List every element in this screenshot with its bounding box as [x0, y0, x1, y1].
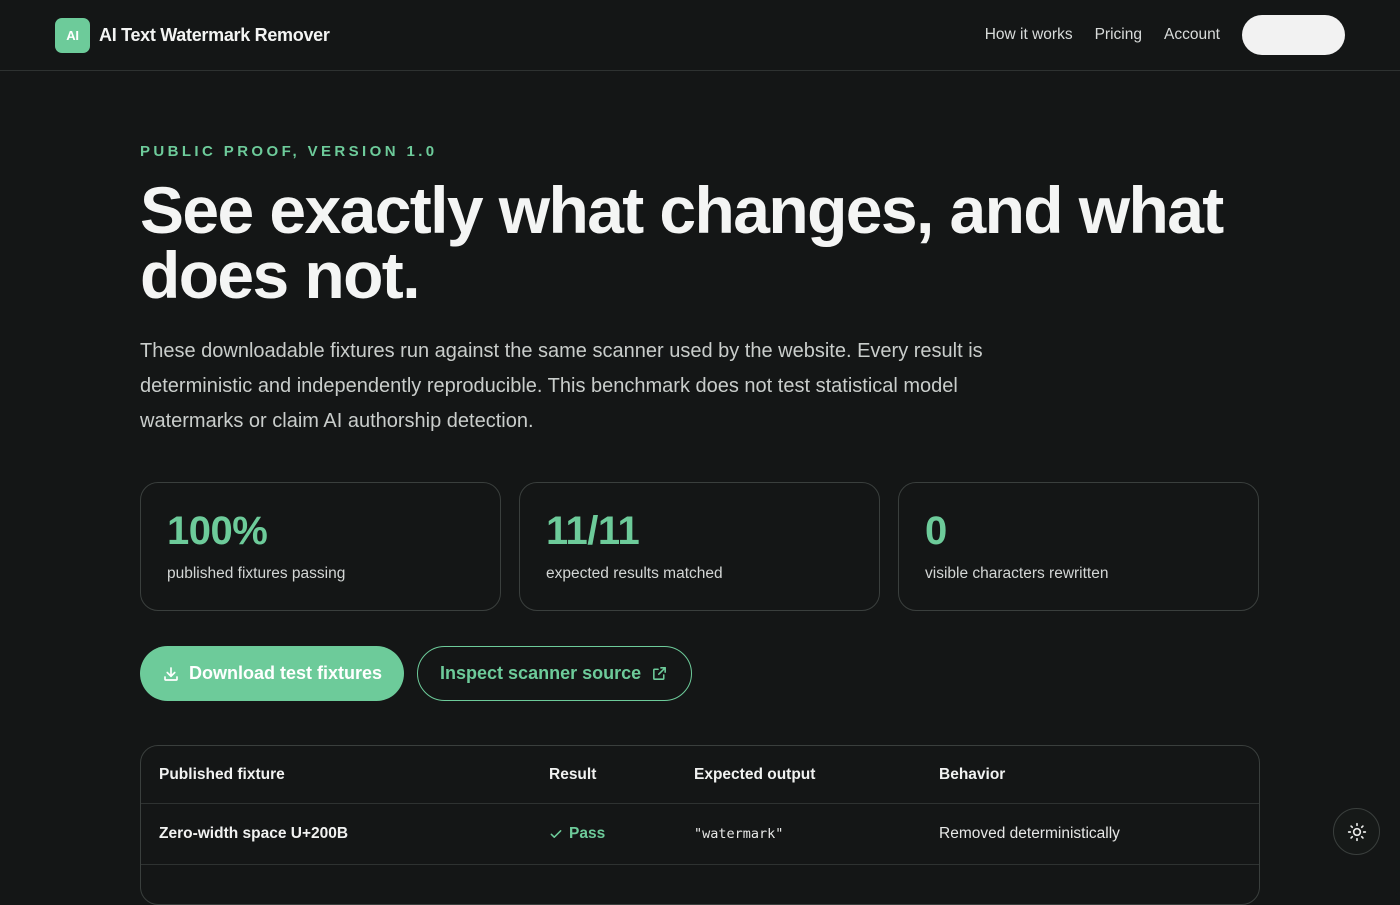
external-link-icon [651, 665, 669, 683]
theme-toggle-button[interactable] [1333, 808, 1380, 855]
stat-value: 11/11 [546, 509, 640, 553]
result-badge: Pass [549, 825, 676, 843]
check-icon [550, 830, 562, 838]
expected-output: "watermark" [694, 826, 784, 842]
nav-pricing[interactable]: Pricing [1095, 26, 1142, 44]
eyebrow: PUBLIC PROOF, VERSION 1.0 [140, 143, 438, 160]
download-label: Download test fixtures [189, 663, 383, 683]
header-expected: Expected output [694, 765, 816, 783]
stat-label: published fixtures passing [167, 565, 346, 582]
brand[interactable]: AI AI Text Watermark Remover [55, 17, 330, 53]
fixture-name: Zero-width space U+200B [159, 825, 349, 842]
download-fixtures-button[interactable]: Download test fixtures [140, 646, 405, 701]
brand-name: AI Text Watermark Remover [99, 24, 330, 45]
inspect-source-button[interactable]: Inspect scanner source [417, 646, 693, 701]
sun-icon [1347, 822, 1366, 841]
scan-text-button[interactable]: Scan text [1242, 15, 1345, 55]
stat-label: expected results matched [546, 565, 723, 582]
result-cell: Pass [531, 825, 676, 843]
fixtures-table: Published fixture Result Expected output… [140, 745, 1260, 905]
action-buttons: Download test fixtures Inspect scanner s… [140, 646, 693, 701]
stat-label: visible characters rewritten [925, 565, 1109, 582]
table-header: Published fixture Result Expected output… [141, 746, 1259, 804]
stat-value: 0 [925, 509, 947, 553]
behavior: Removed deterministically [939, 825, 1120, 842]
header-fixture: Published fixture [159, 765, 285, 783]
header-behavior: Behavior [939, 765, 1006, 783]
nav-account[interactable]: Account [1164, 26, 1220, 44]
header-result: Result [549, 765, 597, 783]
top-navigation: AI AI Text Watermark Remover How it work… [0, 0, 1400, 71]
nav-how-it-works[interactable]: How it works [985, 26, 1073, 44]
download-icon [162, 665, 180, 683]
table-row: Zero-width space U+200B Pass "watermark"… [141, 804, 1259, 865]
stat-card-matched: 11/11 expected results matched [519, 482, 880, 611]
stat-value: 100% [167, 509, 268, 553]
stats-row: 100% published fixtures passing 11/11 ex… [140, 482, 1259, 611]
main-nav: How it works Pricing Account Scan text [985, 15, 1345, 55]
logo: AI [55, 17, 90, 53]
page-title: See exactly what changes, and what does … [140, 173, 1224, 312]
inspect-label: Inspect scanner source [440, 663, 642, 683]
lead-paragraph: These downloadable fixtures run against … [140, 340, 983, 432]
result-text: Pass [569, 825, 606, 842]
stat-card-passing: 100% published fixtures passing [140, 482, 501, 611]
stat-card-rewritten: 0 visible characters rewritten [898, 482, 1259, 611]
